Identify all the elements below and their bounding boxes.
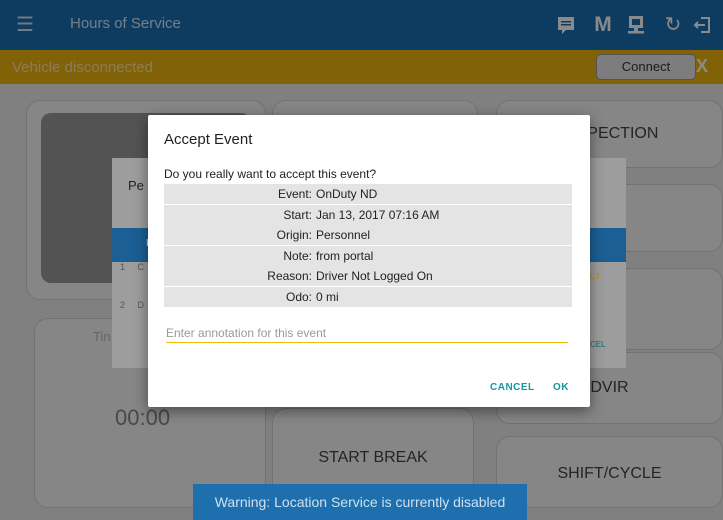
detail-row-odo: Odo: 0 mi (164, 286, 572, 307)
detail-key: Odo: (285, 289, 312, 304)
event-accept-link[interactable]: CT (590, 272, 601, 281)
annotation-input[interactable]: Enter annotation for this event (166, 326, 568, 343)
detail-row-note: Note: from portal (164, 245, 572, 266)
detail-row-reason: Reason: Driver Not Logged On (164, 266, 572, 286)
detail-value: Jan 13, 2017 07:16 AM (316, 207, 440, 222)
event-row-2[interactable]: 2 D (120, 300, 144, 310)
cancel-button[interactable]: CANCEL (490, 382, 535, 393)
event-row-1[interactable]: 1 C (120, 262, 144, 272)
detail-row-origin: Origin: Personnel (164, 225, 572, 245)
event-list-title: Pe (128, 178, 144, 193)
detail-key: Start: (283, 207, 312, 222)
detail-row-event: Event: OnDuty ND (164, 184, 572, 204)
event-details-table: Event: OnDuty ND Start: Jan 13, 2017 07:… (164, 184, 572, 307)
dialog-question: Do you really want to accept this event? (164, 167, 377, 181)
detail-key: Reason: (267, 269, 312, 283)
event-row-1-number: 1 (120, 262, 126, 272)
detail-value: Personnel (316, 228, 371, 242)
detail-row-start: Start: Jan 13, 2017 07:16 AM (164, 204, 572, 225)
accept-event-dialog: Accept Event Do you really want to accep… (148, 115, 590, 407)
event-row-2-number: 2 (120, 300, 126, 310)
detail-key: Origin: (276, 228, 312, 242)
event-cancel-link[interactable]: CEL (590, 340, 606, 349)
detail-key: Event: (277, 187, 312, 201)
detail-value: OnDuty ND (316, 187, 378, 201)
detail-key: Note: (283, 248, 312, 263)
location-warning-toast: Warning: Location Service is currently d… (193, 484, 527, 520)
detail-value: 0 mi (316, 289, 339, 304)
ok-button[interactable]: OK (553, 382, 569, 393)
detail-value: from portal (316, 248, 374, 263)
detail-value: Driver Not Logged On (316, 269, 433, 283)
dialog-title: Accept Event (164, 131, 253, 148)
event-row-1-text: C (137, 262, 145, 272)
event-row-2-text: D (137, 300, 145, 310)
